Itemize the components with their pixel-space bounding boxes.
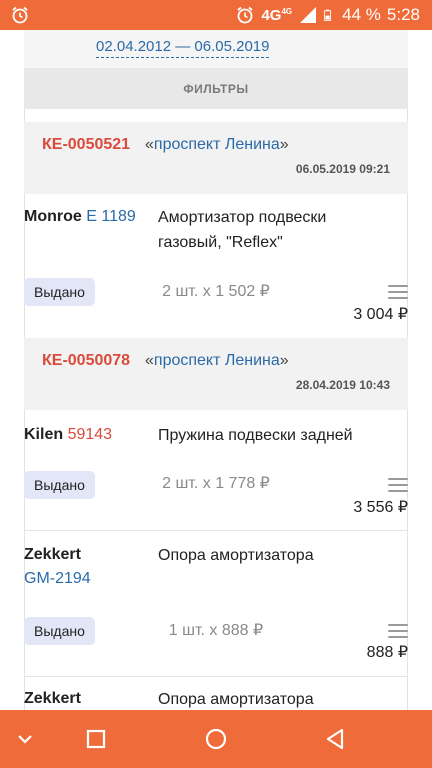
date-range-link[interactable]: 02.04.2012 — 06.05.2019 <box>96 38 270 58</box>
item-description: Опора амортизатора <box>158 691 314 708</box>
date-range-box: 02.04.2012 — 06.05.2019 <box>24 30 408 68</box>
clock: 5:28 <box>386 5 420 24</box>
item-qty-price: 1 шт. x 888 ₽ <box>168 622 264 639</box>
item-description: Пружина подвески задней <box>158 427 353 444</box>
order-date: 28.04.2019 10:43 <box>295 378 390 392</box>
item-code[interactable]: 59143 <box>68 426 113 443</box>
order-header[interactable]: КЕ-0050078 «проспект Ленина» 28.04.2019 … <box>24 338 408 410</box>
divider <box>24 676 408 677</box>
battery-percent: 44 % <box>342 5 381 24</box>
menu-icon[interactable] <box>388 624 408 638</box>
item-total: 888 ₽ <box>366 644 408 661</box>
order-store: «проспект Ленина» <box>145 136 289 153</box>
menu-icon[interactable] <box>388 285 408 299</box>
order-id[interactable]: КЕ-0050521 <box>42 136 130 154</box>
filters-button[interactable]: ФИЛЬТРЫ <box>24 68 408 109</box>
back-icon[interactable] <box>321 724 351 754</box>
item-brand: Zekkert <box>24 690 81 707</box>
orders-list[interactable]: 02.04.2012 — 06.05.2019 ФИЛЬТРЫ КЕ-00505… <box>0 30 432 710</box>
menu-icon[interactable] <box>388 478 408 492</box>
signal-icon <box>300 7 317 23</box>
status-bar: 4G4G 44 % 5:28 <box>0 0 432 30</box>
item-qty-price: 2 шт. x 1 778 ₽ <box>162 475 270 492</box>
item-description: Опора амортизатора <box>158 547 314 564</box>
recents-icon[interactable] <box>81 724 111 754</box>
alarm-icon <box>237 6 254 24</box>
battery-icon <box>324 9 332 21</box>
item-total: 3 004 ₽ <box>353 306 408 323</box>
item-qty-price: 2 шт. x 1 502 ₽ <box>162 283 270 300</box>
chevron-down-icon[interactable] <box>10 724 40 754</box>
network-type: 4G4G <box>261 6 293 24</box>
item-total: 3 556 ₽ <box>353 499 408 516</box>
network-type-small: 4G <box>281 6 293 16</box>
order-id[interactable]: КЕ-0050078 <box>42 352 130 370</box>
item-code[interactable]: GM-2194 <box>24 570 91 588</box>
navigation-bar <box>0 710 432 768</box>
order-header[interactable]: КЕ-0050521 «проспект Ленина» 06.05.2019 … <box>24 122 408 194</box>
item-brand: Kilen 59143 <box>24 426 113 443</box>
divider <box>24 530 408 531</box>
item-description: Амортизатор подвески газовый, "Reflex" <box>158 209 327 251</box>
alarm-icon <box>12 6 28 24</box>
item-brand: Zekkert <box>24 546 81 563</box>
item-brand: Monroe E 1189 <box>24 208 136 225</box>
order-store: «проспект Ленина» <box>145 352 289 369</box>
home-icon[interactable] <box>201 724 231 754</box>
order-date: 06.05.2019 09:21 <box>295 162 390 176</box>
item-code[interactable]: E 1189 <box>86 208 136 225</box>
